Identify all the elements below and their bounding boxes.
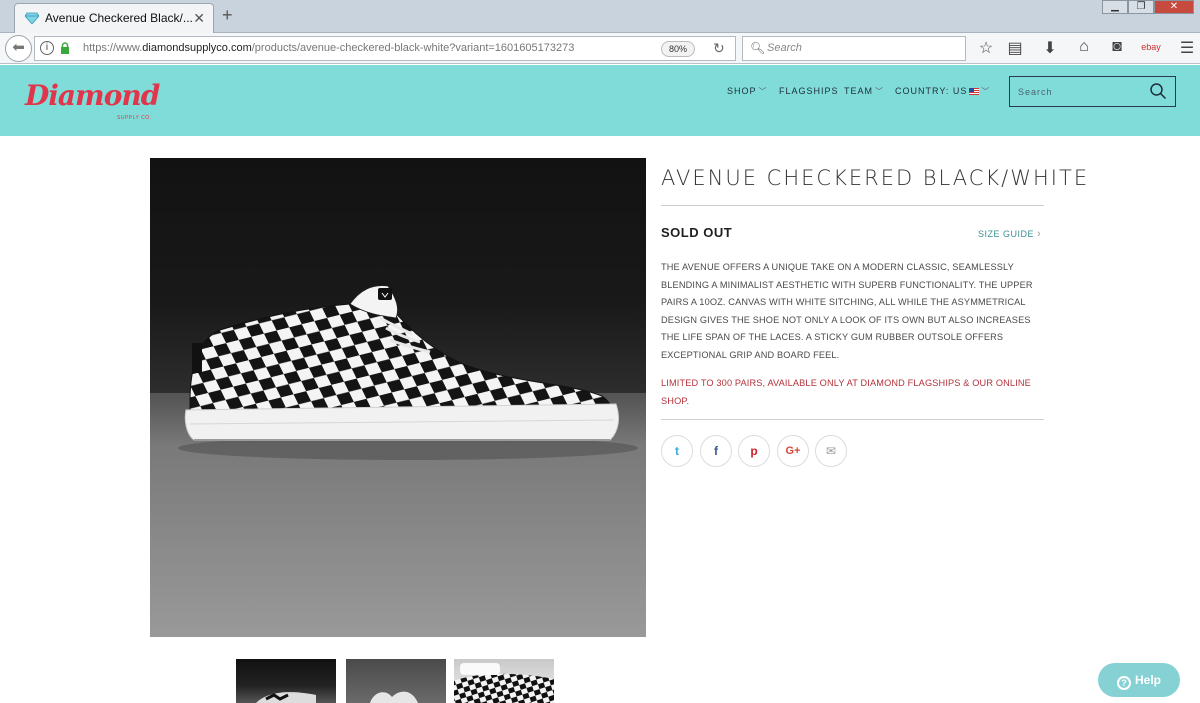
- ebay-extension-icon[interactable]: ebay: [1141, 42, 1161, 52]
- close-window-button[interactable]: ✕: [1154, 0, 1194, 14]
- new-tab-button[interactable]: +: [222, 5, 233, 26]
- sneaker-thumbnail-icon: [454, 663, 554, 703]
- address-bar[interactable]: i https://www.diamondsupplyco.com/produc…: [34, 36, 736, 61]
- diamond-logo[interactable]: Diamond SUPPLY CO.: [25, 79, 170, 121]
- reading-list-icon[interactable]: ▤: [1005, 38, 1025, 58]
- divider: [661, 419, 1044, 420]
- product-title: AVENUE CHECKERED BLACK/WHITE: [661, 166, 1090, 190]
- restore-button[interactable]: ❐: [1128, 0, 1154, 14]
- nav-shop[interactable]: SHOP ﹀: [727, 86, 768, 97]
- google-plus-share-icon[interactable]: G+: [777, 435, 809, 467]
- sneaker-image: [150, 285, 646, 637]
- help-button[interactable]: ? Help: [1098, 663, 1180, 697]
- sneaker-thumbnail-icon: [370, 691, 418, 703]
- close-tab-icon[interactable]: ✕: [193, 10, 205, 27]
- product-description: THE AVENUE OFFERS A UNIQUE TAKE ON A MOD…: [661, 262, 1033, 360]
- reload-icon[interactable]: ↻: [713, 40, 725, 57]
- zoom-indicator[interactable]: 80%: [661, 41, 695, 57]
- logo-subtitle: SUPPLY CO.: [117, 115, 152, 121]
- thumbnail-2[interactable]: [346, 659, 446, 703]
- site-search-placeholder: Search: [1018, 87, 1053, 97]
- search-icon: 🔍︎: [750, 41, 766, 55]
- site-header: Diamond SUPPLY CO. SHOP ﹀ FLAGSHIPS TEAM ﹀…: [0, 65, 1200, 136]
- limited-edition-notice: LIMITED TO 300 PAIRS, AVAILABLE ONLY AT …: [661, 378, 1031, 406]
- email-share-icon[interactable]: ✉: [815, 435, 847, 467]
- chevron-right-icon: ›: [1037, 228, 1042, 240]
- url-text[interactable]: https://www.diamondsupplyco.com/products…: [83, 42, 574, 54]
- question-mark-icon: ?: [1116, 676, 1131, 690]
- browser-search-bar[interactable]: 🔍︎ Search: [742, 36, 966, 61]
- nav-team[interactable]: TEAM ﹀: [844, 86, 884, 97]
- lock-icon: [61, 42, 69, 54]
- home-icon[interactable]: ⌂: [1074, 38, 1094, 56]
- us-flag-icon: [969, 88, 980, 96]
- chevron-down-icon: ﹀: [758, 87, 768, 96]
- chevron-down-icon: ﹀: [875, 87, 885, 96]
- sneaker-thumbnail-icon: [256, 692, 316, 703]
- pocket-icon[interactable]: ◙: [1107, 38, 1127, 56]
- sold-out-status: SOLD OUT: [661, 225, 733, 240]
- help-label: Help: [1134, 673, 1161, 687]
- diamond-favicon-icon: [25, 12, 39, 24]
- divider: [661, 205, 1044, 206]
- browser-tab-strip: Avenue Checkered Black/... ✕ + ▁ ❐ ✕: [0, 0, 1200, 33]
- browser-search-placeholder: Search: [767, 42, 802, 54]
- bookmark-star-icon[interactable]: ☆: [976, 38, 996, 58]
- browser-tab[interactable]: Avenue Checkered Black/... ✕: [14, 3, 214, 33]
- minimize-button[interactable]: ▁: [1102, 0, 1128, 14]
- product-main-image[interactable]: [150, 158, 646, 637]
- browser-toolbar: ⬅ i https://www.diamondsupplyco.com/prod…: [0, 33, 1200, 64]
- pinterest-share-icon[interactable]: p: [738, 435, 770, 467]
- back-button[interactable]: ⬅: [5, 35, 32, 62]
- logo-wordmark: Diamond: [25, 79, 160, 112]
- thumbnail-3[interactable]: [454, 659, 554, 703]
- tab-title: Avenue Checkered Black/...: [45, 11, 193, 25]
- thumbnail-1[interactable]: [236, 659, 336, 703]
- nav-country[interactable]: COUNTRY: US ﹀: [895, 86, 990, 97]
- chevron-down-icon: ﹀: [981, 87, 991, 96]
- window-controls: ▁ ❐ ✕: [1102, 0, 1194, 14]
- facebook-share-icon[interactable]: f: [700, 435, 732, 467]
- site-search-input[interactable]: Search: [1009, 76, 1176, 107]
- search-icon[interactable]: [1149, 82, 1167, 100]
- info-icon[interactable]: i: [40, 41, 54, 55]
- nav-flagships[interactable]: FLAGSHIPS: [779, 86, 839, 96]
- download-icon[interactable]: ⬇: [1040, 38, 1060, 58]
- twitter-share-icon[interactable]: t: [661, 435, 693, 467]
- menu-icon[interactable]: ☰: [1177, 38, 1197, 58]
- size-guide-link[interactable]: SIZE GUIDE ›: [978, 228, 1041, 240]
